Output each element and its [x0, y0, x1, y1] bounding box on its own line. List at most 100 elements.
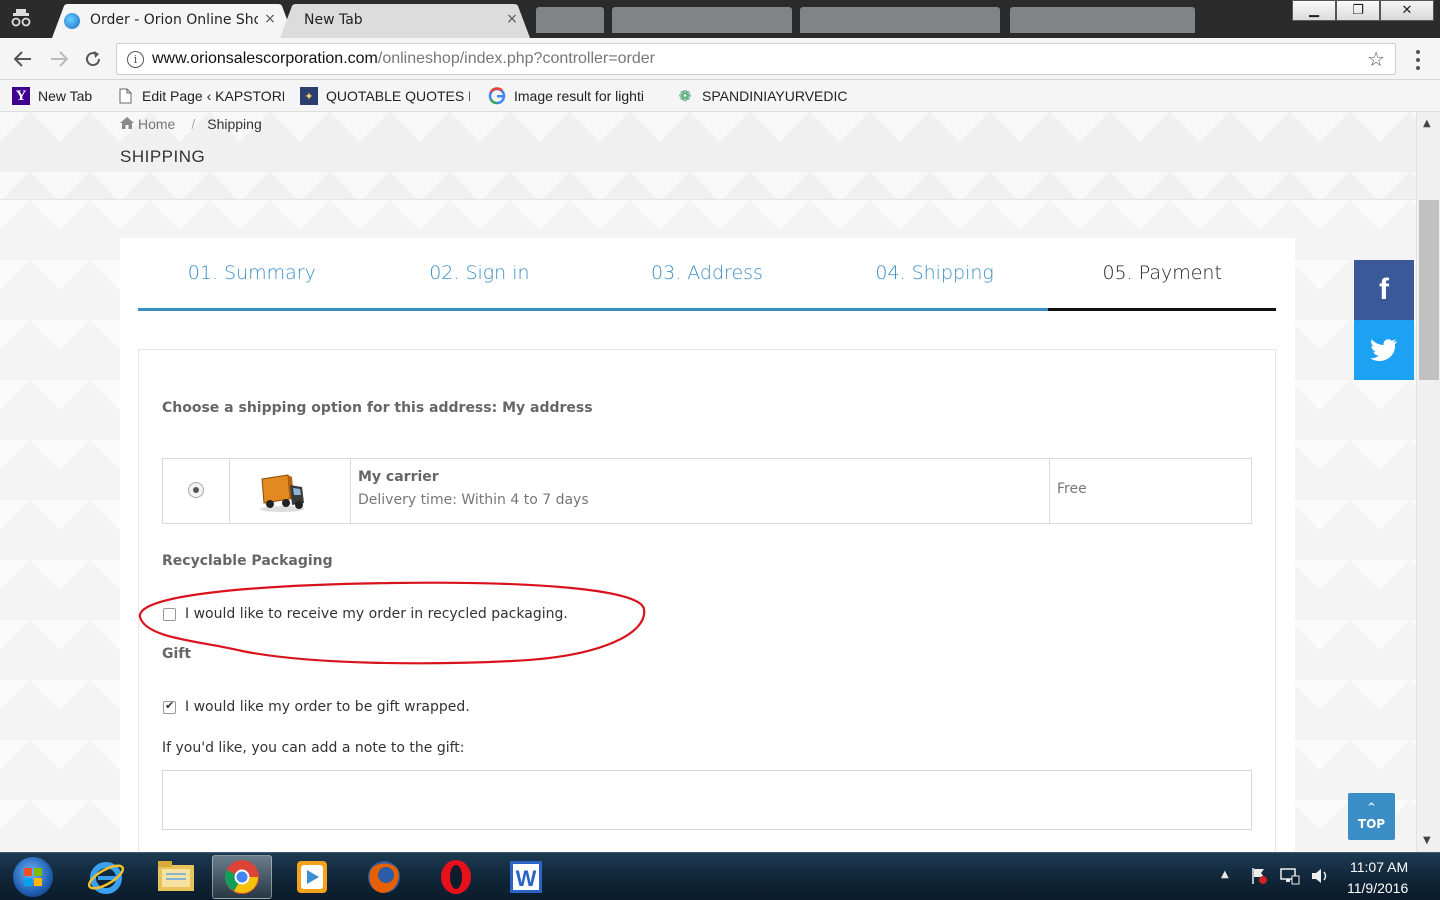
- tab-close-icon[interactable]: ×: [504, 11, 520, 27]
- breadcrumb: Home / Shipping: [120, 116, 262, 132]
- chrome-icon[interactable]: [212, 855, 272, 899]
- tab-order-title: Order - Orion Online Sho: [90, 12, 258, 28]
- file-explorer-icon[interactable]: [146, 855, 206, 899]
- twitter-icon: [1370, 339, 1397, 362]
- url-bar[interactable]: i www.orionsalescorporation.com/onlinesh…: [116, 43, 1396, 75]
- clock-time[interactable]: 11:07 AM: [1350, 859, 1408, 875]
- opera-icon[interactable]: [426, 855, 486, 899]
- bookmark-label: SPANDINIAYURVEDIC: [702, 88, 848, 104]
- page-scrollbar[interactable]: ▲ ▼: [1416, 112, 1440, 852]
- leaf-icon: ❁: [678, 88, 692, 105]
- url-text[interactable]: www.orionsalescorporation.com/onlineshop…: [152, 50, 655, 68]
- step-summary[interactable]: 01. Summary: [138, 238, 366, 311]
- reload-button[interactable]: [80, 46, 106, 72]
- truck-icon: [258, 471, 306, 517]
- gift-wrap-option[interactable]: I would like my order to be gift wrapped…: [163, 699, 470, 715]
- facebook-share-button[interactable]: f: [1354, 260, 1414, 320]
- bookmark-star-icon[interactable]: ☆: [1367, 47, 1385, 71]
- shipping-address-heading: Choose a shipping option for this addres…: [162, 400, 593, 416]
- scroll-down-arrow-icon[interactable]: ▼: [1423, 835, 1431, 846]
- google-icon: [488, 87, 506, 105]
- quote-icon: ✦: [300, 87, 318, 105]
- carrier-price-cell: Free: [1050, 459, 1251, 523]
- breadcrumb-home-link[interactable]: Home: [138, 116, 175, 132]
- incognito-icon: [10, 8, 32, 28]
- checkout-steps: 01. Summary 02. Sign in 03. Address 04. …: [138, 238, 1276, 311]
- tab-new-tab[interactable]: New Tab ×: [280, 4, 530, 38]
- gift-note-input[interactable]: [162, 770, 1252, 830]
- close-window-button[interactable]: ✕: [1380, 0, 1434, 21]
- bookmarks-bar: Y New Tab Edit Page ‹ KAPSTORE ✦ QUOTABL…: [0, 80, 1440, 112]
- carrier-radio-cell: [163, 459, 230, 523]
- background-tab[interactable]: [536, 7, 604, 33]
- tab-order[interactable]: Order - Orion Online Sho ×: [52, 4, 294, 38]
- carrier-option-row[interactable]: My carrier Delivery time: Within 4 to 7 …: [162, 458, 1252, 524]
- firefox-icon[interactable]: [354, 855, 414, 899]
- background-tab[interactable]: [612, 7, 792, 33]
- home-icon: [120, 116, 134, 132]
- breadcrumb-current: Shipping: [207, 116, 262, 132]
- browser-titlebar: Order - Orion Online Sho × New Tab × ▁ ❐…: [0, 0, 1440, 38]
- site-info-icon[interactable]: i: [127, 51, 144, 68]
- tab-new-tab-title: New Tab: [304, 12, 363, 28]
- internet-explorer-icon[interactable]: [76, 855, 136, 899]
- start-button[interactable]: [2, 853, 64, 900]
- back-button[interactable]: [10, 46, 36, 72]
- bookmark-quotable-quotes[interactable]: ✦ QUOTABLE QUOTES F: [300, 84, 470, 108]
- bookmark-image-result[interactable]: Image result for lighti: [488, 84, 660, 108]
- media-player-icon[interactable]: [282, 855, 342, 899]
- bookmark-label: Edit Page ‹ KAPSTORE: [142, 88, 284, 104]
- word-icon[interactable]: W: [496, 855, 556, 899]
- scroll-up-arrow-icon[interactable]: ▲: [1423, 118, 1431, 129]
- web-page: Home / Shipping SHIPPING 01. Summary 02.…: [0, 112, 1416, 852]
- gift-wrap-checkbox[interactable]: [163, 699, 176, 714]
- annotation-ellipse: [138, 581, 646, 665]
- bookmark-label: Image result for lighti: [514, 88, 644, 104]
- carrier-price: Free: [1057, 481, 1087, 497]
- reload-icon: [86, 51, 101, 67]
- url-path: /onlineshop/index.php?controller=order: [377, 50, 655, 67]
- forward-arrow-icon: [51, 51, 68, 67]
- page-title: SHIPPING: [120, 147, 206, 166]
- maximize-button[interactable]: ❐: [1336, 0, 1380, 21]
- bookmark-spandini[interactable]: ❁ SPANDINIAYURVEDIC: [676, 84, 848, 108]
- gift-note-label: If you'd like, you can add a note to the…: [162, 740, 465, 756]
- network-icon[interactable]: [1280, 867, 1300, 889]
- edge-favicon-icon: [64, 13, 80, 29]
- step-address[interactable]: 03. Address: [593, 238, 821, 311]
- yahoo-icon: Y: [12, 87, 30, 105]
- carrier-info-cell: My carrier Delivery time: Within 4 to 7 …: [351, 459, 1050, 523]
- gift-wrap-label[interactable]: I would like my order to be gift wrapped…: [185, 699, 470, 715]
- checkout-card: 01. Summary 02. Sign in 03. Address 04. …: [120, 238, 1295, 852]
- background-tab[interactable]: [1010, 7, 1195, 33]
- page-header: Home / Shipping SHIPPING: [0, 112, 1416, 200]
- twitter-share-button[interactable]: [1354, 320, 1414, 380]
- forward-button[interactable]: [46, 46, 72, 72]
- chevron-up-icon: ^: [1367, 801, 1376, 813]
- clock-date[interactable]: 11/9/2016: [1347, 880, 1408, 896]
- recyclable-heading: Recyclable Packaging: [162, 553, 333, 569]
- step-shipping[interactable]: 04. Shipping: [820, 238, 1049, 311]
- bookmark-label: New Tab: [38, 88, 93, 104]
- browser-menu-icon[interactable]: [1408, 50, 1428, 70]
- bookmark-label: QUOTABLE QUOTES F: [326, 88, 470, 104]
- show-hidden-icons-icon[interactable]: ▲: [1221, 869, 1229, 880]
- carrier-radio[interactable]: [188, 482, 204, 498]
- background-tab[interactable]: [800, 7, 1000, 33]
- tab-close-icon[interactable]: ×: [262, 11, 278, 27]
- minimize-button[interactable]: ▁: [1292, 0, 1336, 21]
- bookmark-new-tab[interactable]: Y New Tab: [12, 84, 112, 108]
- windows-taskbar: W ▲ 11:07 AM 11/9/2016: [0, 852, 1440, 900]
- page-icon: [116, 87, 134, 105]
- action-center-flag-icon[interactable]: [1250, 867, 1268, 889]
- facebook-icon: f: [1379, 273, 1389, 306]
- volume-icon[interactable]: [1310, 867, 1330, 889]
- scrollbar-thumb[interactable]: [1419, 200, 1439, 380]
- bookmark-edit-page[interactable]: Edit Page ‹ KAPSTORE: [116, 84, 284, 108]
- breadcrumb-separator: /: [191, 116, 196, 132]
- back-to-top-button[interactable]: ^ TOP: [1348, 793, 1395, 840]
- step-sign-in[interactable]: 02. Sign in: [365, 238, 594, 311]
- window-controls: ▁ ❐ ✕: [1292, 0, 1434, 22]
- carrier-logo-cell: [230, 459, 351, 523]
- back-arrow-icon: [14, 51, 31, 67]
